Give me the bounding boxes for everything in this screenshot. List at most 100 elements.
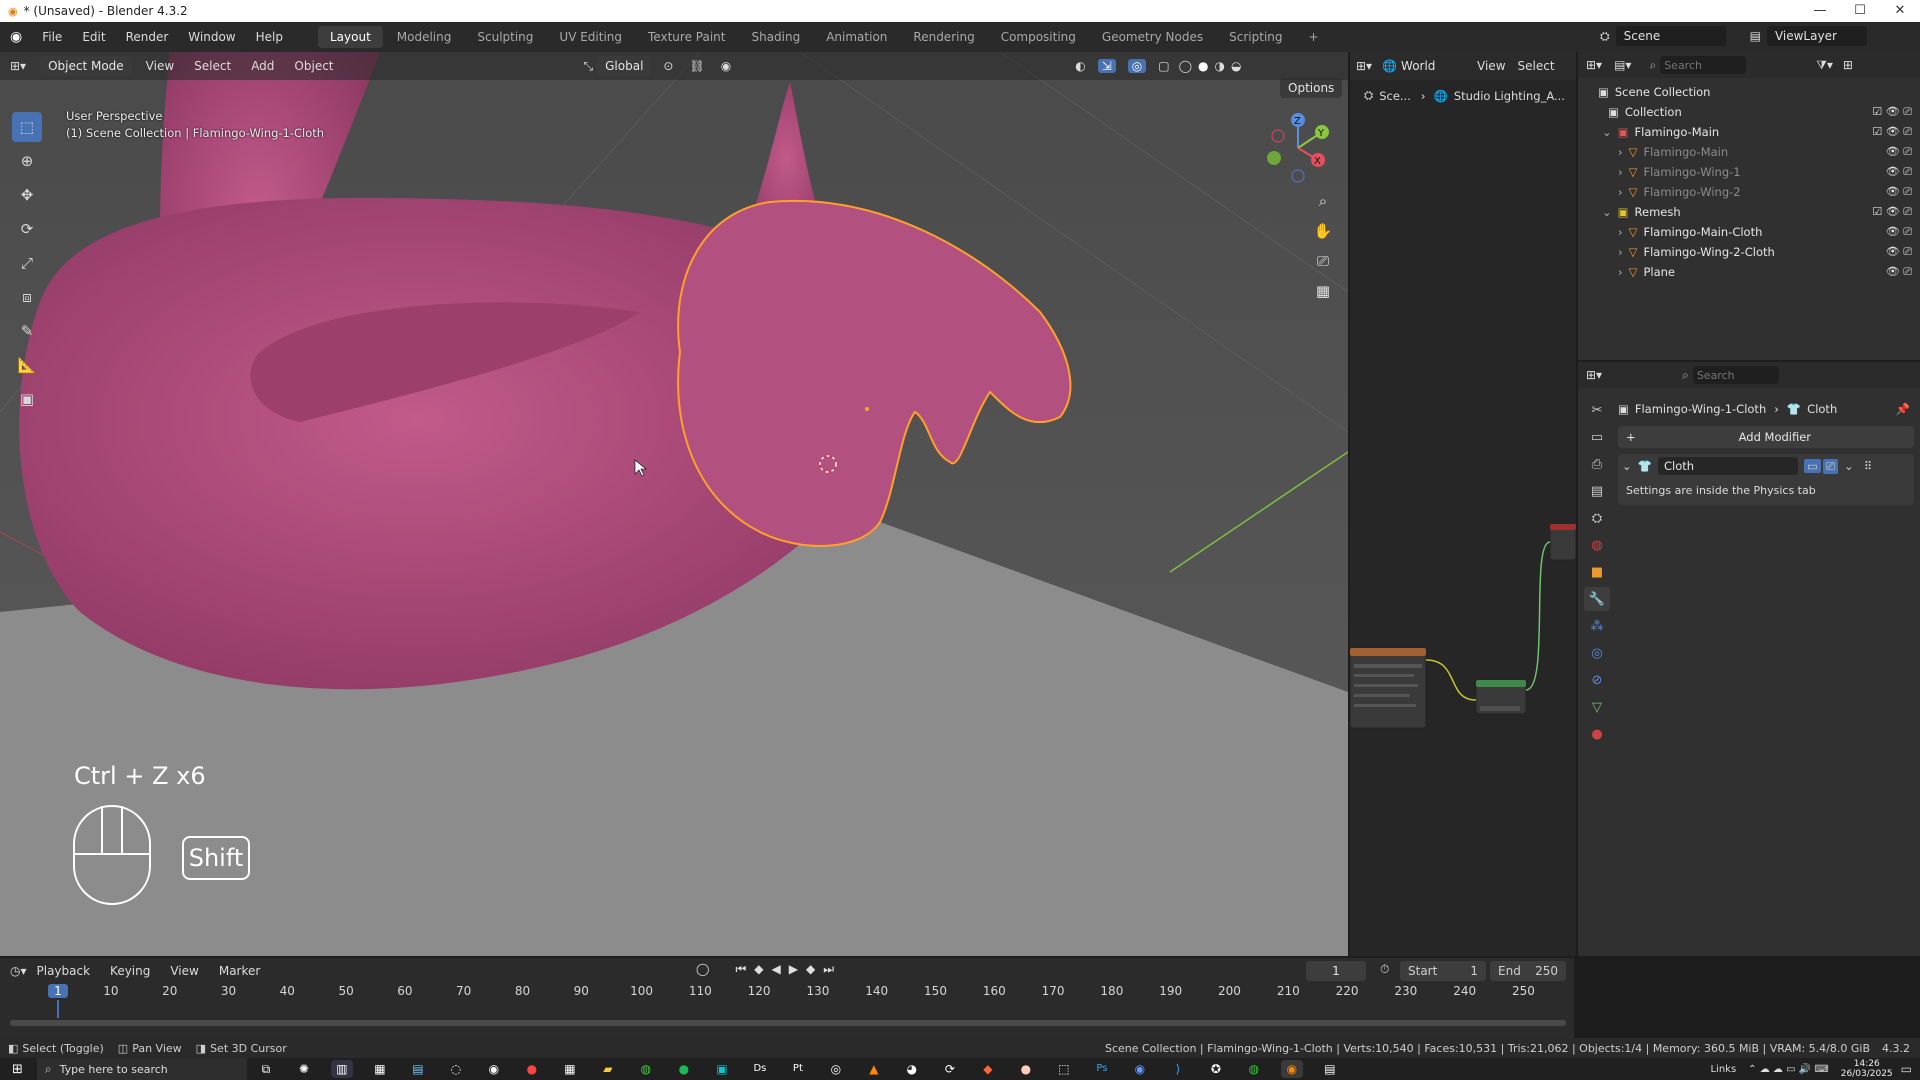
close-button[interactable]: ✕ xyxy=(1880,0,1920,22)
calculator-icon[interactable]: ▦ xyxy=(559,1060,581,1078)
show-render-icon[interactable]: ⎚ xyxy=(1822,458,1839,474)
visibility-toggles[interactable]: 👁 ⎚ xyxy=(1886,262,1912,282)
gizmo-neg-x[interactable] xyxy=(1271,129,1285,143)
visibility-toggles[interactable]: ☑ 👁 ⎚ xyxy=(1872,202,1912,222)
chevron-down-icon[interactable]: ⌄ xyxy=(1622,459,1632,473)
scene-tab-icon[interactable]: ⛭ xyxy=(1584,506,1610,530)
world-dropdown[interactable]: World xyxy=(1401,59,1471,73)
system-tray-icons[interactable]: ⌃ ☁ ☁ ▭ 🔊 ⌨ xyxy=(1748,1064,1829,1075)
new-collection-icon[interactable]: ⊞ xyxy=(1843,58,1853,72)
substance-painter-icon[interactable]: Pt xyxy=(787,1060,809,1078)
app-icon-11[interactable]: ◆ xyxy=(977,1060,999,1078)
xray-icon[interactable]: ▢ xyxy=(1158,59,1169,73)
app-icon-13[interactable]: ⬚ xyxy=(1053,1060,1075,1078)
pin-icon[interactable]: 📌 xyxy=(1896,402,1910,416)
viewport-scene[interactable] xyxy=(0,52,1348,956)
transform-tool-icon[interactable]: ⧈ xyxy=(12,282,42,312)
rotate-tool-icon[interactable]: ⟳ xyxy=(12,214,42,244)
visibility-toggles[interactable]: ☑ 👁 ⎚ xyxy=(1872,102,1912,122)
background-node[interactable] xyxy=(1475,679,1527,715)
editor-type-icon[interactable]: ⊞▾ xyxy=(1586,368,1602,382)
particles-tab-icon[interactable]: ⁂ xyxy=(1584,614,1610,638)
show-viewport-icon[interactable]: ▭ xyxy=(1803,459,1821,473)
ortho-grid-icon[interactable]: ▦ xyxy=(1310,278,1336,304)
pivot-icon[interactable]: ⊙ xyxy=(663,59,673,73)
tab-geometry-nodes[interactable]: Geometry Nodes xyxy=(1090,26,1215,48)
zoom-icon[interactable]: ⌕ xyxy=(1310,188,1336,214)
gizmo-neg-z[interactable] xyxy=(1291,169,1305,183)
outliner-row[interactable]: › ▽ Flamingo-Main-Cloth 👁 ⎚ xyxy=(1598,222,1920,242)
tab-uv-editing[interactable]: UV Editing xyxy=(547,26,634,48)
display-mode-icon[interactable]: ▤▾ xyxy=(1614,58,1631,72)
chevron-right-icon[interactable]: › xyxy=(1618,242,1623,262)
app-icon-1[interactable]: ▥ xyxy=(330,1060,353,1078)
wechat-icon[interactable]: ◍ xyxy=(1243,1060,1265,1078)
drag-handle-icon[interactable]: ⠿ xyxy=(1864,459,1872,473)
node-graph[interactable] xyxy=(1350,112,1576,912)
constraints-tab-icon[interactable]: ⊘ xyxy=(1584,668,1610,692)
chevron-right-icon[interactable]: › xyxy=(1618,222,1623,242)
properties-search-input[interactable] xyxy=(1692,366,1779,384)
chevron-down-icon[interactable]: ⌄ xyxy=(1602,202,1612,222)
visibility-icon[interactable]: ◐ xyxy=(1075,59,1085,73)
spotify-icon[interactable]: ● xyxy=(673,1060,695,1078)
shading-solid-icon[interactable]: ● xyxy=(1198,59,1208,73)
scale-tool-icon[interactable]: ⤢ xyxy=(12,248,42,278)
app-icon-8[interactable]: ◎ xyxy=(825,1060,847,1078)
editor-type-icon[interactable]: ⊞▾ xyxy=(0,52,36,80)
app-icon-16[interactable]: ▤ xyxy=(1319,1060,1341,1078)
view-layer-selector[interactable]: ViewLayer xyxy=(1766,26,1867,46)
editor-type-icon[interactable]: ⊞▾ xyxy=(1586,58,1602,72)
vlc-icon[interactable]: ▲ xyxy=(863,1060,885,1078)
outliner-row[interactable]: › ▽ Plane 👁 ⎚ xyxy=(1598,262,1920,282)
outliner-row[interactable]: ⌄ ▣ Remesh ☑ 👁 ⎚ xyxy=(1598,202,1920,222)
tab-texture-paint[interactable]: Texture Paint xyxy=(636,26,737,48)
viewport-menu-view[interactable]: View xyxy=(136,52,184,80)
render-tab-icon[interactable]: ▭ xyxy=(1584,425,1610,449)
object-tab-icon[interactable]: ■ xyxy=(1584,560,1610,584)
material-tab-icon[interactable]: ● xyxy=(1584,722,1610,746)
node-editor[interactable]: ⊞▾ 🌐 World View Select ⛭ Sce... › 🌐 Stud… xyxy=(1350,52,1576,956)
outliner-row[interactable]: › ▽ Flamingo-Main 👁 ⎚ xyxy=(1598,142,1920,162)
environment-texture-node[interactable] xyxy=(1350,647,1427,729)
visibility-toggles[interactable]: 👁 ⎚ xyxy=(1886,142,1912,162)
camera-view-icon[interactable]: ⎚ xyxy=(1310,248,1336,274)
gizmo-toggle-icon[interactable]: ⇲ xyxy=(1097,59,1116,73)
tab-sculpting[interactable]: Sculpting xyxy=(465,26,545,48)
app-icon-10[interactable]: ⟳ xyxy=(939,1060,961,1078)
options-dropdown[interactable]: Options xyxy=(1280,78,1343,98)
chevron-down-icon[interactable]: ⌄ xyxy=(1602,122,1612,142)
shading-rendered-icon[interactable]: ◒ xyxy=(1231,59,1241,73)
viewport-menu-add[interactable]: Add xyxy=(241,52,284,80)
tool-tab-icon[interactable]: ✂ xyxy=(1584,398,1610,422)
move-tool-icon[interactable]: ✥ xyxy=(12,180,42,210)
photoshop-icon[interactable]: Ps xyxy=(1091,1060,1113,1078)
menu-edit[interactable]: Edit xyxy=(72,22,115,52)
outliner-search-input[interactable] xyxy=(1660,56,1747,74)
annotate-tool-icon[interactable]: ✎ xyxy=(12,316,42,346)
minimize-button[interactable]: — xyxy=(1800,0,1840,22)
app-icon-14[interactable]: ◉ xyxy=(1129,1060,1151,1078)
cursor-tool-icon[interactable]: ⊕ xyxy=(12,146,42,176)
taskbar-search[interactable]: ⌕ Type here to search xyxy=(36,1058,247,1080)
app-icon-4[interactable]: ◌ xyxy=(445,1060,467,1078)
app-icon-9[interactable]: ◕ xyxy=(901,1060,923,1078)
blender-menu-icon[interactable]: ◉ xyxy=(0,29,32,45)
add-cube-tool-icon[interactable]: ▣ xyxy=(12,384,42,414)
add-modifier-button[interactable]: + Add Modifier xyxy=(1618,426,1914,448)
3d-viewport[interactable]: User Perspective (1) Scene Collection | … xyxy=(0,52,1348,956)
select-box-tool-icon[interactable]: ⬚ xyxy=(12,112,42,142)
menu-file[interactable]: File xyxy=(32,22,72,52)
breadcrumb-scene[interactable]: Sce... xyxy=(1379,89,1411,103)
tab-modeling[interactable]: Modeling xyxy=(385,26,464,48)
app-icon-7[interactable]: ▣ xyxy=(711,1060,733,1078)
visibility-toggles[interactable]: 👁 ⎚ xyxy=(1886,242,1912,262)
chrome-icon[interactable]: ◍ xyxy=(635,1060,657,1078)
blender-taskbar-icon[interactable]: ◉ xyxy=(1280,1060,1303,1078)
tab-rendering[interactable]: Rendering xyxy=(901,26,986,48)
shading-material-icon[interactable]: ◑ xyxy=(1214,59,1224,73)
app-icon-12[interactable]: ● xyxy=(1015,1060,1037,1078)
gizmo-neg-y[interactable] xyxy=(1267,151,1281,165)
menu-window[interactable]: Window xyxy=(178,22,245,52)
world-output-node[interactable] xyxy=(1549,523,1576,561)
